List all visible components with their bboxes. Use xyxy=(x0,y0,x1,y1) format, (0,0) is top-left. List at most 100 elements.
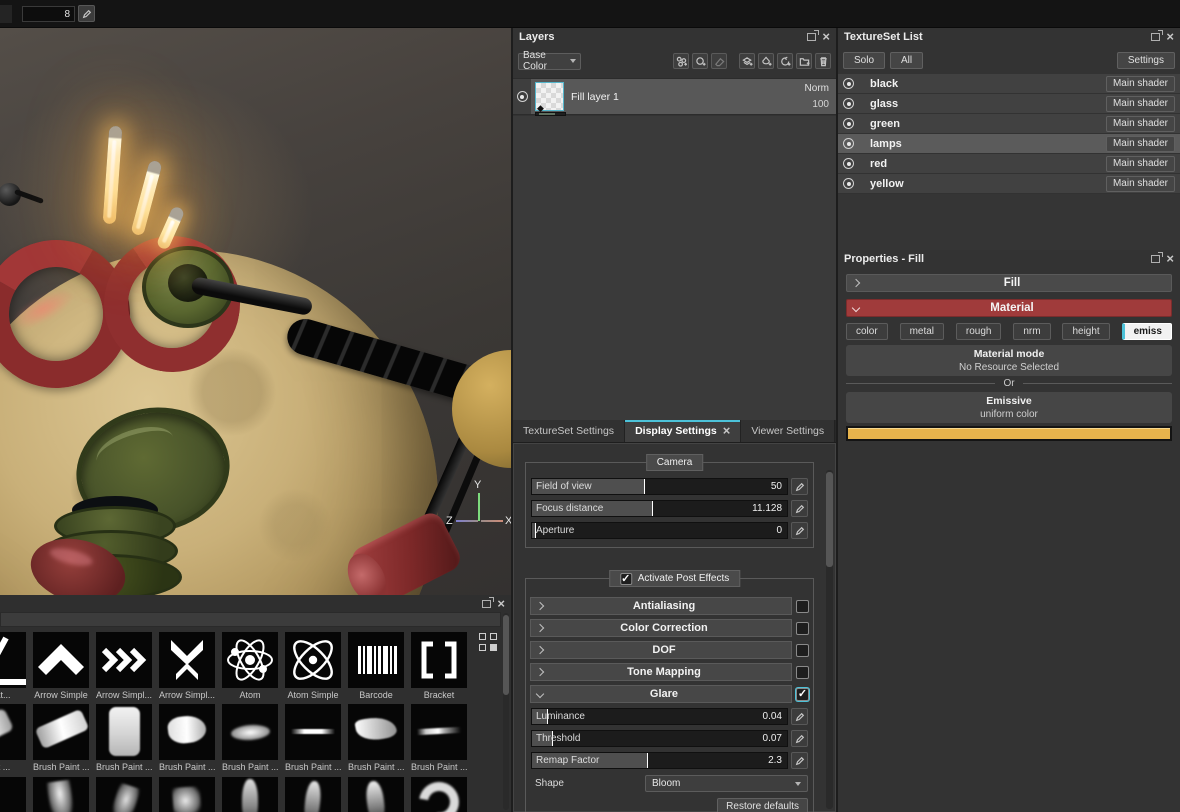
grid-view-icon[interactable] xyxy=(479,633,497,651)
shape-dropdown[interactable]: Bloom xyxy=(645,775,808,792)
threshold-slider[interactable]: Threshold 0.07 xyxy=(531,730,788,747)
shelf-item[interactable] xyxy=(348,777,404,812)
visibility-icon[interactable] xyxy=(843,98,854,109)
shelf-item[interactable]: Brush Paint ... xyxy=(96,704,152,772)
color-correction-checkbox[interactable] xyxy=(796,621,809,635)
shelf-item[interactable] xyxy=(222,777,278,812)
close-icon[interactable]: × xyxy=(1166,30,1174,43)
popout-icon[interactable] xyxy=(1151,252,1164,263)
main-shader-button[interactable]: Main shader xyxy=(1105,135,1175,152)
textureset-row-black[interactable]: black Main shader xyxy=(838,74,1180,94)
layer-opacity[interactable]: 100 xyxy=(812,99,829,110)
visibility-icon[interactable] xyxy=(843,118,854,129)
tool-size-input[interactable] xyxy=(22,6,75,22)
shelf-item[interactable]: aint ... xyxy=(0,704,26,772)
layer-row-fill-layer[interactable]: ◆ Fill layer 1 Norm 100 xyxy=(513,78,836,116)
textureset-row-yellow[interactable]: yellow Main shader xyxy=(838,174,1180,194)
shelf-item[interactable]: egat... xyxy=(0,632,26,700)
edit-threshold-button[interactable] xyxy=(791,730,808,747)
popout-icon[interactable] xyxy=(1151,30,1164,41)
visibility-icon[interactable] xyxy=(843,178,854,189)
settings-scrollbar[interactable] xyxy=(826,470,833,809)
emissive-block[interactable]: Emissive uniform color xyxy=(846,392,1172,423)
luminance-slider[interactable]: Luminance 0.04 xyxy=(531,708,788,725)
shelf-scrollbar[interactable] xyxy=(503,613,509,810)
shelf-item[interactable]: Bracket xyxy=(411,632,467,700)
textureset-row-green[interactable]: green Main shader xyxy=(838,114,1180,134)
layer-visibility-toggle[interactable] xyxy=(513,79,531,114)
layer-blend-mode[interactable]: Norm xyxy=(805,83,829,94)
edit-aperture-button[interactable] xyxy=(791,522,808,539)
shelf-item[interactable]: Brush Paint ... xyxy=(348,704,404,772)
edit-remap-factor-button[interactable] xyxy=(791,752,808,769)
shelf-item[interactable] xyxy=(0,777,26,812)
tone-mapping-checkbox[interactable] xyxy=(796,665,809,679)
edit-field-of-view-button[interactable] xyxy=(791,478,808,495)
shelf-item[interactable] xyxy=(96,777,152,812)
main-shader-button[interactable]: Main shader xyxy=(1105,115,1175,132)
antialiasing-checkbox[interactable] xyxy=(796,599,809,613)
visibility-icon[interactable] xyxy=(843,78,854,89)
shelf-item[interactable]: Brush Paint ... xyxy=(285,704,341,772)
fill-section-header[interactable]: Fill xyxy=(846,274,1172,292)
popout-icon[interactable] xyxy=(482,597,495,608)
all-button[interactable]: All xyxy=(890,52,924,69)
main-shader-button[interactable]: Main shader xyxy=(1105,155,1175,172)
shelf-item[interactable]: Atom xyxy=(222,632,278,700)
main-shader-button[interactable]: Main shader xyxy=(1105,95,1175,112)
add-layer-button[interactable] xyxy=(739,53,755,69)
shelf-item[interactable]: Arrow Simpl... xyxy=(96,632,152,700)
scrollbar-thumb[interactable] xyxy=(826,472,833,567)
focus-distance-slider[interactable]: Focus distance 11.128 xyxy=(531,500,788,517)
close-tab-icon[interactable]: × xyxy=(723,424,731,437)
add-folder-button[interactable] xyxy=(796,53,812,69)
main-shader-button[interactable]: Main shader xyxy=(1105,75,1175,92)
shelf-item[interactable] xyxy=(285,777,341,812)
dof-checkbox[interactable] xyxy=(796,643,809,657)
textureset-row-lamps[interactable]: lamps Main shader xyxy=(838,134,1180,154)
textureset-row-glass[interactable]: glass Main shader xyxy=(838,94,1180,114)
dof-section[interactable]: DOF xyxy=(530,641,792,659)
shelf-item[interactable] xyxy=(33,777,89,812)
main-shader-button[interactable]: Main shader xyxy=(1105,175,1175,192)
channel-filter-dropdown[interactable]: Base Color xyxy=(518,50,581,72)
edit-value-button[interactable] xyxy=(78,5,95,22)
scrollbar-thumb[interactable] xyxy=(503,615,509,695)
edit-focus-distance-button[interactable] xyxy=(791,500,808,517)
channel-color-button[interactable]: color xyxy=(846,323,888,340)
close-icon[interactable]: × xyxy=(1166,252,1174,265)
shelf-item[interactable]: Atom Simple xyxy=(285,632,341,700)
activate-post-effects-checkbox[interactable] xyxy=(619,572,632,586)
layer-name[interactable]: Fill layer 1 xyxy=(571,91,619,103)
tab-display-settings[interactable]: Display Settings × xyxy=(625,420,742,442)
shelf-item[interactable]: Arrow Simple xyxy=(33,632,89,700)
solo-button[interactable]: Solo xyxy=(843,52,886,69)
shelf-item[interactable]: Barcode xyxy=(348,632,404,700)
field-of-view-slider[interactable]: Field of view 50 xyxy=(531,478,788,495)
viewport-3d[interactable]: Y X Z xyxy=(0,28,511,595)
close-icon[interactable]: × xyxy=(497,597,505,610)
shelf-item[interactable]: Arrow Simpl... xyxy=(159,632,215,700)
camera-section-header[interactable]: Camera xyxy=(645,454,704,471)
channel-metal-button[interactable]: metal xyxy=(899,323,945,340)
eraser-button[interactable] xyxy=(711,53,727,69)
channel-height-button[interactable]: height xyxy=(1062,323,1110,340)
add-fill-layer-button[interactable] xyxy=(758,53,774,69)
channel-emiss-button[interactable]: emiss xyxy=(1121,323,1172,340)
visibility-icon[interactable] xyxy=(843,158,854,169)
shelf-item[interactable]: Brush Paint ... xyxy=(411,704,467,772)
color-correction-section[interactable]: Color Correction xyxy=(530,619,792,637)
settings-button[interactable]: Settings xyxy=(1116,52,1175,69)
shelf-item[interactable]: Brush Paint ... xyxy=(33,704,89,772)
tone-mapping-section[interactable]: Tone Mapping xyxy=(530,663,792,681)
emissive-color-swatch[interactable] xyxy=(846,426,1172,441)
add-paint-layer-button[interactable] xyxy=(692,53,708,69)
tab-textureset-settings[interactable]: TextureSet Settings xyxy=(513,420,626,442)
edit-luminance-button[interactable] xyxy=(791,708,808,725)
shelf-filter-strip[interactable] xyxy=(0,612,501,627)
channel-rough-button[interactable]: rough xyxy=(955,323,1002,340)
activate-post-effects-toggle[interactable]: Activate Post Effects xyxy=(608,570,741,587)
glare-section[interactable]: Glare xyxy=(530,685,792,703)
antialiasing-section[interactable]: Antialiasing xyxy=(530,597,792,615)
shelf-item[interactable]: Brush Paint ... xyxy=(222,704,278,772)
